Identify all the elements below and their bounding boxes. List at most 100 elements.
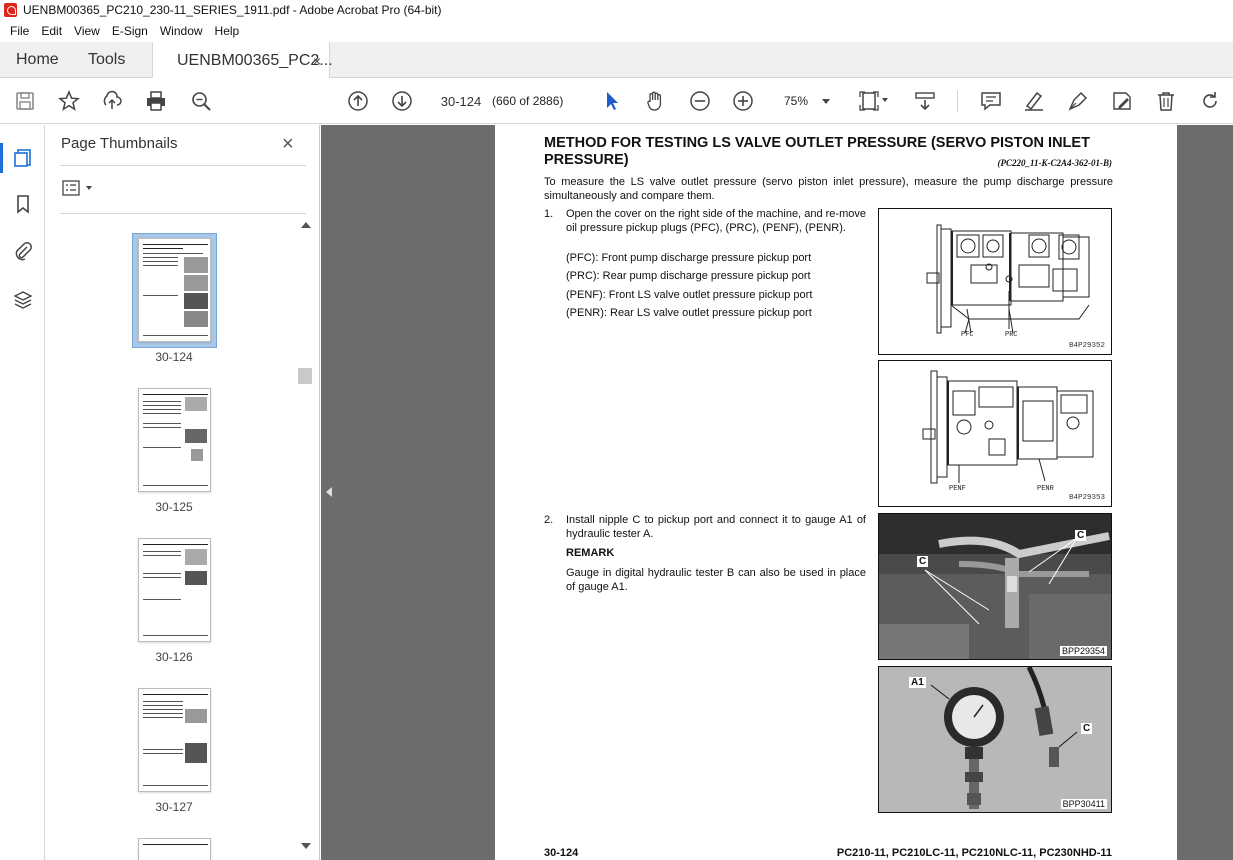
bookmark-icon[interactable] [11,192,35,216]
fill-sign-icon[interactable] [1110,89,1134,113]
port-label-penf: PENF [949,485,966,493]
menu-edit[interactable]: Edit [35,24,68,38]
rail-active-indicator [0,143,3,173]
thumbnail-page[interactable] [138,388,211,492]
print-icon[interactable] [144,89,168,113]
comment-icon[interactable] [979,89,1003,113]
thumbnail-page[interactable] [138,838,211,860]
select-cursor-icon[interactable] [600,89,624,113]
port-item: (PRC): Rear pump discharge pressure pick… [566,270,811,282]
thumbnail-label: 30-124 [155,350,193,364]
zoom-out-icon[interactable] [688,89,712,113]
page-footer-models: PC210-11, PC210LC-11, PC210NLC-11, PC230… [836,847,1112,859]
fit-page-icon[interactable] [857,89,881,113]
attachment-icon[interactable] [11,239,35,263]
part-label-c: C [917,556,929,567]
page-number-input[interactable]: 30-124 [434,88,488,114]
zoom-value: 75% [784,94,809,108]
figure-code: BPP29354 [1059,646,1107,656]
thumbnail-page[interactable] [138,688,211,792]
fit-chevron-icon[interactable] [882,98,888,102]
nipple-installation-photo: C C BPP29354 [878,513,1112,660]
collapse-panel-icon[interactable] [326,487,332,497]
scroll-up-arrow[interactable] [301,222,311,228]
menu-bar: File Edit View E-Sign Window Help [0,20,1233,42]
acrobat-app-icon [4,3,17,17]
zoom-search-icon[interactable] [189,89,213,113]
save-icon[interactable] [13,89,37,113]
pump-line-drawing [926,224,1090,334]
port-item: (PENF): Front LS valve outlet pressure p… [566,289,813,301]
scroll-mode-icon[interactable] [913,89,937,113]
panel-divider [60,165,306,166]
remark-title: REMARK [566,547,615,559]
chevron-down-icon [822,99,830,104]
photo-illustration [879,667,1111,812]
sign-icon[interactable] [1066,89,1090,113]
zoom-select[interactable]: 75% [778,88,840,114]
chevron-down-icon [86,186,92,190]
document-code: (PC220_11-K-C2A4-362-01-B) [997,158,1113,168]
thumbnail-options-button[interactable] [62,178,98,198]
menu-help[interactable]: Help [209,24,246,38]
part-label-a1: A1 [909,677,926,688]
window-title: UENBM00365_PC210_230-11_SERIES_1911.pdf … [23,3,442,17]
panel-title: Page Thumbnails [61,135,178,152]
layers-icon[interactable] [11,288,35,312]
intro-paragraph: To measure the LS valve outlet pressure … [544,176,1113,202]
tab-home[interactable]: Home [16,42,59,78]
options-list-icon [62,180,80,196]
thumbnail-page[interactable] [138,538,211,642]
step-number: 1. [544,208,554,220]
menu-view[interactable]: View [68,24,106,38]
port-label-penr: PENR [1037,485,1054,493]
pump-line-drawing [922,370,1094,484]
pdf-page: METHOD FOR TESTING LS VALVE OUTLET PRESS… [495,125,1177,860]
toolbar-divider [957,90,958,112]
menu-file[interactable]: File [4,24,35,38]
port-label-pfc: PFC [961,331,974,339]
highlight-icon[interactable] [1022,89,1046,113]
figure-code: B4P29352 [1068,342,1105,350]
port-item: (PFC): Front pump discharge pressure pic… [566,252,812,264]
left-navigation-rail [0,125,45,860]
scroll-down-arrow[interactable] [301,843,311,849]
page-thumbnails-panel: Page Thumbnails × 30-124 30-125 30-126 3… [46,125,320,860]
step-number: 2. [544,514,554,526]
page-footer-number: 30-124 [544,847,579,859]
menu-esign[interactable]: E-Sign [106,24,154,38]
figure-code: B4P29353 [1068,494,1105,502]
page-thumbnails-icon[interactable] [11,146,35,170]
page-down-icon[interactable] [390,89,414,113]
part-label-c: C [1075,530,1087,541]
port-label-prc: PRC [1005,331,1018,339]
thumbnail-page[interactable] [138,238,211,342]
star-icon[interactable] [57,89,81,113]
pump-diagram-front: PFC PRC B4P29352 [878,208,1112,355]
share-icon[interactable] [100,89,124,113]
step-text: Open the cover on the right side of the … [566,208,866,234]
figure-code: BPP30411 [1060,799,1107,809]
tab-close-button[interactable]: × [313,53,321,69]
pump-diagram-rear: PENF PENR B4P29353 [878,360,1112,507]
gauge-photo: A1 C BPP30411 [878,666,1112,813]
delete-icon[interactable] [1154,89,1178,113]
scrollbar-thumb[interactable] [298,368,312,384]
page-count: (660 of 2886) [492,94,564,108]
title-bar: UENBM00365_PC210_230-11_SERIES_1911.pdf … [0,0,1233,20]
remark-text: Gauge in digital hydraulic tester B can … [566,567,866,593]
thumbnail-label: 30-127 [155,800,193,814]
part-label-c: C [1081,723,1093,734]
rotate-icon[interactable] [1198,89,1222,113]
document-viewport: METHOD FOR TESTING LS VALVE OUTLET PRESS… [321,125,1233,860]
hand-icon[interactable] [643,89,667,113]
step-text: Install nipple C to pickup port and conn… [566,514,866,540]
menu-window[interactable]: Window [154,24,209,38]
page-up-icon[interactable] [346,89,370,113]
tab-tools[interactable]: Tools [88,42,125,78]
tab-document-label: UENBM00365_PC2... [177,51,333,69]
tab-document[interactable]: UENBM00365_PC2... × [152,42,333,79]
zoom-in-icon[interactable] [731,89,755,113]
port-item: (PENR): Rear LS valve outlet pressure pi… [566,307,812,319]
close-icon[interactable]: × [282,133,294,156]
